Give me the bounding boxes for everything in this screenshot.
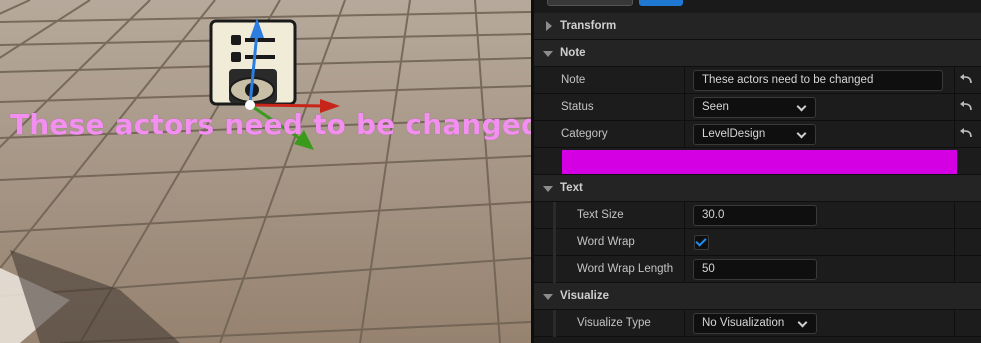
property-label: Note xyxy=(561,74,586,86)
reset-arrow-icon[interactable] xyxy=(960,128,974,140)
property-note: Note These actors need to be changed xyxy=(534,67,981,94)
category-label: Text xyxy=(560,182,583,194)
chevron-down-icon xyxy=(797,317,808,328)
toolbar-button[interactable] xyxy=(547,0,633,6)
status-value: Seen xyxy=(702,101,729,113)
expand-arrow-icon[interactable] xyxy=(546,21,552,31)
category-text[interactable]: Text xyxy=(534,175,981,202)
property-category: Category LevelDesign xyxy=(534,121,981,148)
note-world-text: These actors need to be changed xyxy=(10,108,531,141)
text-size-input[interactable]: 30.0 xyxy=(693,205,817,226)
property-label: Category xyxy=(561,128,608,140)
toolbar-accent-button[interactable] xyxy=(639,0,683,6)
property-label: Text Size xyxy=(577,209,624,221)
reset-arrow-icon[interactable] xyxy=(960,101,974,113)
visualize-type-dropdown[interactable]: No Visualization xyxy=(693,313,817,334)
category-value: LevelDesign xyxy=(702,128,766,140)
category-label: Transform xyxy=(560,20,617,32)
floor-grid xyxy=(0,0,531,343)
visualize-type-value: No Visualization xyxy=(702,317,785,329)
collapse-arrow-icon[interactable] xyxy=(543,51,553,57)
property-label: Visualize Type xyxy=(577,317,651,329)
checkmark-icon xyxy=(695,235,707,247)
collapse-arrow-icon[interactable] xyxy=(543,294,553,300)
property-status: Status Seen xyxy=(534,94,981,121)
word-wrap-length-input[interactable]: 50 xyxy=(693,259,817,280)
property-visualize-type: Visualize Type No Visualization xyxy=(534,310,981,337)
reset-arrow-icon[interactable] xyxy=(960,74,974,86)
chevron-down-icon xyxy=(796,128,807,139)
chevron-down-icon xyxy=(796,101,807,112)
property-label: Word Wrap Length xyxy=(577,263,674,275)
category-dropdown[interactable]: LevelDesign xyxy=(693,124,816,145)
note-color-swatch[interactable] xyxy=(562,150,957,174)
level-viewport[interactable]: These actors need to be changed xyxy=(0,0,531,343)
status-dropdown[interactable]: Seen xyxy=(693,97,816,118)
property-word-wrap-length: Word Wrap Length 50 xyxy=(534,256,981,283)
category-label: Note xyxy=(560,47,586,59)
property-label: Status xyxy=(561,101,594,113)
note-text-input[interactable]: These actors need to be changed xyxy=(693,70,943,91)
property-text-size: Text Size 30.0 xyxy=(534,202,981,229)
property-label: Word Wrap xyxy=(577,236,635,248)
property-color xyxy=(534,148,981,175)
category-note[interactable]: Note xyxy=(534,40,981,67)
word-wrap-checkbox[interactable] xyxy=(694,235,709,250)
category-label: Visualize xyxy=(560,290,610,302)
property-word-wrap: Word Wrap xyxy=(534,229,981,256)
collapse-arrow-icon[interactable] xyxy=(543,186,553,192)
details-panel: Transform Note Note These actors need to… xyxy=(531,0,981,343)
category-visualize[interactable]: Visualize xyxy=(534,283,981,310)
category-transform[interactable]: Transform xyxy=(534,13,981,40)
